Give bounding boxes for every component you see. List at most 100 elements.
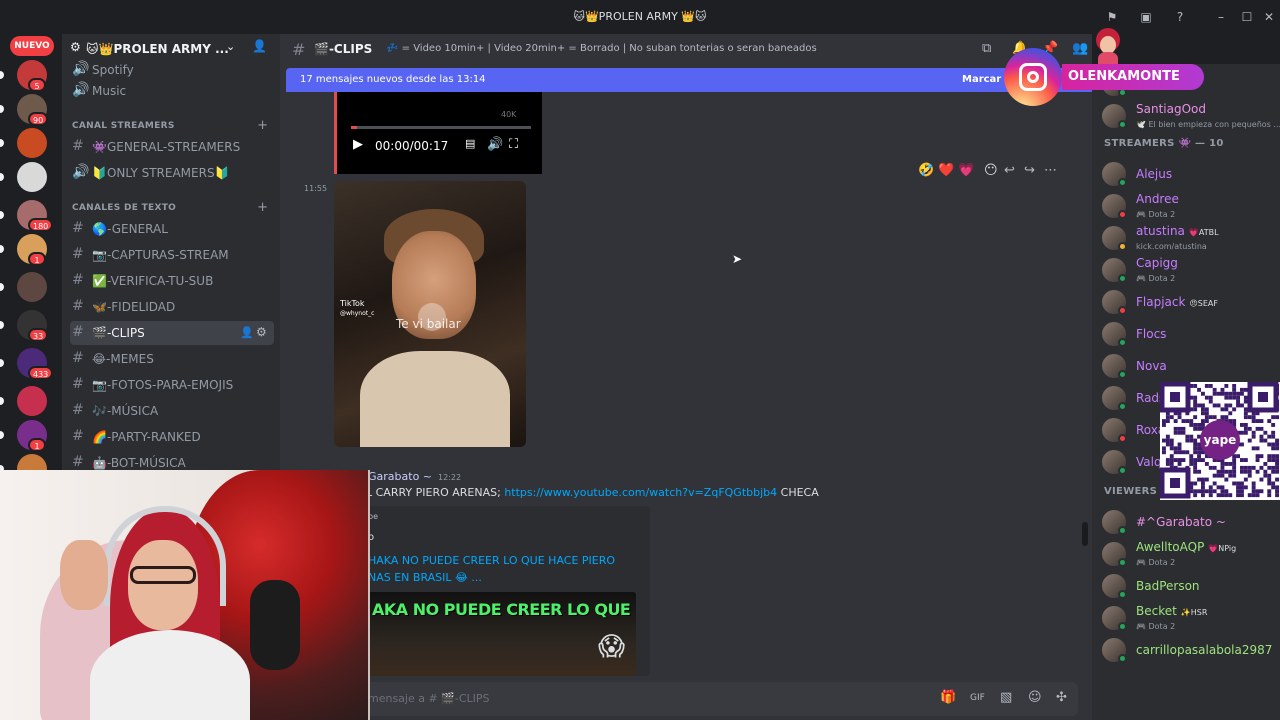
hash-icon: # — [72, 376, 84, 392]
channel-only-streamers[interactable]: 🔊 🔰ONLY STREAMERS🔰 — [70, 161, 274, 185]
server-icon[interactable] — [17, 128, 47, 158]
reaction-heart[interactable]: ❤️ — [938, 163, 954, 178]
inbox-icon[interactable]: ▣ — [1139, 10, 1153, 24]
reaction-pink-heart[interactable]: 💗 — [958, 163, 974, 178]
help-icon[interactable]: ? — [1173, 10, 1187, 24]
speaker-icon: 🔊 — [72, 82, 90, 98]
server-mention-badge: 33 — [28, 328, 49, 342]
member-item[interactable]: Capigg 🎮 Dota 2 — [1102, 256, 1278, 286]
forward-icon[interactable]: ↪ — [1024, 163, 1035, 178]
embed-title[interactable]: HAKA NO PUEDE CREER LO QUE HACE PIERO NA… — [368, 552, 638, 586]
video-player[interactable]: 40K ▶ 00:00/00:17 ▤ 🔊 ⛶ — [334, 92, 542, 174]
hash-icon: # — [72, 454, 84, 470]
member-item[interactable]: atustina 💗ATBL kick.com/atustina — [1102, 224, 1278, 254]
hash-icon: # — [72, 324, 84, 340]
member-name: atustina 💗ATBL — [1136, 224, 1219, 238]
scrollbar[interactable] — [1082, 522, 1088, 546]
channel-party-ranked[interactable]: # 🌈-PARTY-RANKED — [70, 425, 274, 449]
member-item[interactable]: Andree 🎮 Dota 2 — [1102, 192, 1278, 222]
emoji-icon[interactable]: ☺ — [1028, 690, 1042, 705]
channel-capturas-stream[interactable]: # 📷-CAPTURAS-STREAM — [70, 243, 274, 267]
chevron-down-icon[interactable]: ⌄ — [226, 40, 235, 53]
server-icon[interactable] — [17, 386, 47, 416]
guild-name: 🐱👑PROLEN ARMY ... — [86, 42, 229, 56]
status-dot — [1118, 306, 1127, 315]
add-channel-icon[interactable]: + — [257, 200, 268, 215]
category-text[interactable]: CANALES DE TEXTO — [72, 203, 176, 213]
server-icon[interactable] — [17, 272, 47, 302]
play-icon[interactable]: ▶ — [353, 137, 363, 152]
channel-verifica-tu-sub[interactable]: # ✅-VERIFICA-TU-SUB — [70, 269, 274, 293]
member-activity: 🕊️ El bien empieza con pequeños ... — [1136, 120, 1280, 129]
message-link[interactable]: https://www.youtube.com/watch?v=ZqFQGtbb… — [504, 486, 777, 499]
member-item[interactable]: Nova — [1102, 352, 1278, 382]
add-reaction-icon[interactable]: 😶 — [984, 163, 998, 178]
member-item[interactable]: carrillopasalabola2987 — [1102, 636, 1278, 666]
member-item[interactable]: Flocs — [1102, 320, 1278, 350]
reaction-laugh[interactable]: 🤣 — [918, 163, 934, 178]
volume-icon[interactable]: 🔊 — [487, 137, 503, 152]
channel-header: # 🎬-CLIPS 💤 = Video 10min+ | Video 20min… — [280, 34, 1092, 64]
new-badge[interactable]: NUEVO — [10, 36, 54, 56]
video-progress[interactable] — [351, 126, 531, 129]
member-name: Capigg — [1136, 256, 1178, 270]
gif-icon[interactable]: GIF — [970, 693, 985, 703]
gift-icon[interactable]: 🎁 — [940, 690, 956, 705]
channel-musica[interactable]: # 🎶-MÚSICA — [70, 399, 274, 423]
mouse-cursor-icon: ➤ — [732, 252, 743, 266]
close-icon[interactable]: ✕ — [1262, 10, 1276, 24]
maximize-icon[interactable]: ☐ — [1240, 10, 1254, 24]
gear-icon[interactable]: ⚙ — [256, 325, 267, 339]
member-item[interactable]: Alejus — [1102, 160, 1278, 190]
sticker-icon[interactable]: ▧ — [1000, 690, 1012, 705]
apps-icon[interactable]: ✣ — [1056, 690, 1067, 705]
category-streamers[interactable]: CANAL STREAMERS — [72, 121, 175, 131]
new-messages-bar[interactable]: 17 mensajes nuevos desde las 13:14 Marca… — [286, 68, 1092, 92]
status-dot — [1118, 210, 1127, 219]
server-icon[interactable] — [17, 162, 47, 192]
captions-icon[interactable]: ▤ — [465, 137, 475, 150]
threads-icon[interactable]: ⧉ — [982, 41, 991, 56]
embed-thumbnail[interactable]: AKA NO PUEDE CREER LO QUE 😱 — [368, 592, 636, 676]
speaker-icon: 🔊 — [72, 61, 90, 77]
channel-general-streamers[interactable]: # 👾GENERAL-STREAMERS — [70, 135, 274, 159]
message-author[interactable]: Garabato ~ — [368, 470, 432, 483]
member-name: Flapjack 😠SEAF — [1136, 295, 1218, 309]
unread-pill — [0, 71, 4, 79]
hash-icon: # — [72, 402, 84, 418]
thumbnail-emoji: 😱 — [598, 632, 626, 662]
member-item[interactable]: AwelltoAQP 💗NPig 🎮 Dota 2 — [1102, 540, 1278, 570]
add-member-icon[interactable]: 👤 — [240, 326, 254, 339]
hash-icon: # — [72, 428, 84, 444]
member-item[interactable]: BadPerson — [1102, 572, 1278, 602]
message-header: Garabato ~ 12:22 — [368, 470, 461, 483]
channel-topic[interactable]: 💤 = Video 10min+ | Video 20min+ = Borrad… — [386, 43, 817, 54]
minimize-icon[interactable]: – — [1214, 10, 1228, 24]
add-member-icon[interactable]: 👤 — [252, 39, 267, 53]
fullscreen-icon[interactable]: ⛶ — [509, 137, 518, 152]
channel-label: 📷-CAPTURAS-STREAM — [92, 248, 229, 262]
channel-general[interactable]: # 🌎-GENERAL — [70, 217, 274, 241]
flag-icon[interactable]: ⚑ — [1105, 10, 1119, 24]
member-item[interactable]: #^Garabato ~ — [1102, 508, 1278, 538]
more-icon[interactable]: ⋯ — [1044, 163, 1057, 178]
channel-memes[interactable]: # 😂-MEMES — [70, 347, 274, 371]
channel-fotos-para-emojis[interactable]: # 📷-FOTOS-PARA-EMOJIS — [70, 373, 274, 397]
reply-icon[interactable]: ↩ — [1004, 163, 1015, 178]
channel-label: 😂-MEMES — [92, 352, 154, 366]
status-dot — [1118, 466, 1127, 475]
hash-icon: # — [292, 40, 306, 59]
member-item[interactable]: Flapjack 😠SEAF — [1102, 288, 1278, 318]
channel-fidelidad[interactable]: # 🦋-FIDELIDAD — [70, 295, 274, 319]
speaker-icon: 🔊 — [72, 164, 90, 180]
tiktok-video[interactable]: TikTok @whynot_c Te vi bailar — [334, 181, 526, 447]
message-text: L CARRY PIERO ARENAS; — [366, 486, 505, 499]
status-dot — [1118, 242, 1127, 251]
unread-pill — [0, 211, 4, 219]
channel-clips[interactable]: # 🎬-CLIPS 👤 ⚙ — [70, 321, 274, 345]
add-channel-icon[interactable]: + — [257, 118, 268, 133]
message-composer[interactable]: mensaje a # 🎬-CLIPS 🎁 GIF ▧ ☺ ✣ — [360, 682, 1078, 716]
member-item[interactable]: Becket ✨HSR 🎮 Dota 2 — [1102, 604, 1278, 634]
status-dot — [1118, 120, 1127, 129]
voice-channel-music[interactable]: 🔊 Music — [70, 79, 274, 103]
